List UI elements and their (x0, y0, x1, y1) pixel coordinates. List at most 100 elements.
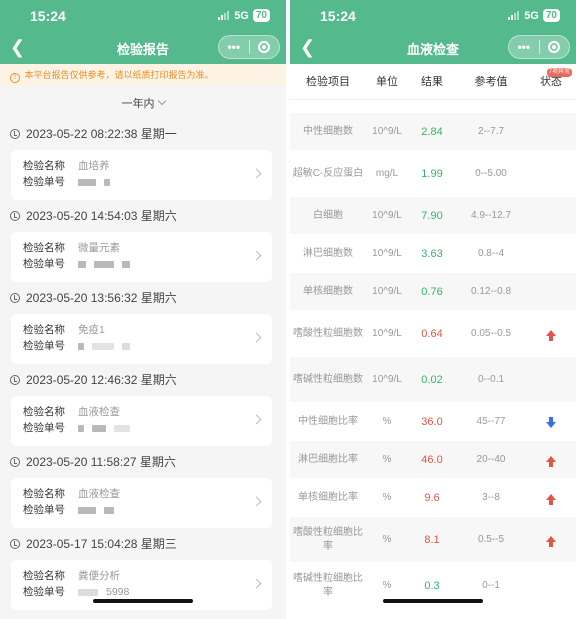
report-date: 2023-05-20 12:46:32 星期六 (0, 368, 286, 392)
status-indicators: 5G 70 (508, 9, 560, 22)
id-label: 检验单号 (23, 176, 65, 188)
item-reference: 0.5--5 (477, 534, 505, 545)
id-label: 检验单号 (23, 504, 65, 516)
col-reference: 参考值 (474, 76, 508, 88)
item-reference: 3--8 (482, 492, 500, 503)
item-result: 0.64 (421, 327, 443, 340)
more-icon[interactable]: ••• (509, 36, 539, 58)
table-row: 超敏C-反应蛋白 mg/L 1.99 0--5.00 (290, 150, 576, 196)
battery-icon: 70 (542, 9, 560, 22)
item-result: 9.6 (424, 491, 440, 504)
close-miniapp-icon[interactable] (250, 41, 280, 53)
report-id: 5998 (106, 586, 130, 598)
status-time: 15:24 (320, 8, 356, 24)
notice-banner: ! 本平台报告仅供参考，请以纸质打印报告为准。 (0, 64, 286, 86)
item-unit: % (382, 492, 392, 503)
signal-icon (508, 11, 520, 20)
redacted-id (94, 261, 114, 268)
item-name: 嗜酸性粒细胞比率 (293, 526, 363, 552)
report-name: 血培养 (78, 160, 110, 172)
item-name: 嗜碱性粒细胞数 (293, 373, 363, 385)
home-indicator[interactable] (93, 599, 193, 603)
table-row: 淋巴细胞比率% 46.0 20--40 (290, 440, 576, 478)
header: 15:24 5G 70 ❮ 检验报告 ••• (0, 0, 286, 64)
report-date: 2023-05-22 08:22:38 星期一 (0, 122, 286, 146)
report-card[interactable]: 检验名称 血培养 检验单号 (11, 150, 272, 200)
item-name: 单核细胞数 (303, 285, 353, 297)
table-row: 中性细胞比率% 36.0 45--77 (290, 402, 576, 440)
time-filter[interactable]: 一年内 (0, 86, 286, 122)
arrow-up-icon (546, 494, 556, 505)
item-result: 3.63 (421, 247, 443, 260)
report-card[interactable]: 检验名称 免疫1 检验单号 (11, 314, 272, 364)
table-row: 嗜酸性粒细胞比率% 8.1 0.5--5 (290, 516, 576, 562)
report-card[interactable]: 检验名称 血液检查 检验单号 (11, 478, 272, 528)
report-card[interactable]: 检验名称 微量元素 检验单号 (11, 232, 272, 282)
table-row: 淋巴细胞数 10^9/L 3.63 0.8--4 (290, 234, 576, 272)
redacted-id (78, 261, 86, 268)
item-name: 中性细胞数 (303, 125, 353, 137)
header: 15:24 5G 70 ❮ 血液检查 ••• (290, 0, 576, 64)
item-unit: 10^9/L (372, 126, 402, 137)
item-reference: 0.8--4 (477, 248, 505, 259)
home-indicator[interactable] (383, 599, 483, 603)
redacted-id (78, 343, 84, 350)
redacted-id (122, 261, 130, 268)
item-name: 淋巴细胞比率 (298, 453, 358, 465)
network-type: 5G (234, 9, 249, 22)
status-bar: 15:24 5G 70 (290, 0, 576, 32)
report-name: 微量元素 (78, 242, 120, 254)
item-status (526, 534, 576, 547)
nav-bar: ❮ 检验报告 ••• (0, 32, 286, 64)
table-row: 单核细胞比率% 9.6 3--8 (290, 478, 576, 516)
table-row: 嗜碱性粒细胞数 10^9/L 0.02 0--0.1 (290, 356, 576, 402)
name-label: 检验名称 (23, 242, 65, 254)
report-date: 2023-05-20 11:58:27 星期六 (0, 450, 286, 474)
redacted-id (78, 589, 98, 596)
clock-icon (10, 457, 20, 467)
info-icon: ! (10, 73, 20, 83)
result-table: 中性细胞数 10^9/L 2.84 2--7.7 超敏C-反应蛋白 mg/L 1.99 0--… (290, 112, 576, 608)
item-result: 2.84 (421, 125, 443, 138)
name-label: 检验名称 (23, 324, 65, 336)
report-date-text: 2023-05-22 08:22:38 星期一 (26, 127, 177, 141)
status-time: 15:24 (30, 8, 66, 24)
arrow-down-icon (546, 417, 556, 428)
notice-text: 本平台报告仅供参考，请以纸质打印报告为准。 (24, 70, 214, 80)
close-miniapp-icon[interactable] (540, 41, 570, 53)
miniapp-capsule: ••• (508, 35, 570, 59)
item-reference: 2--7.7 (477, 126, 505, 137)
item-reference: 20--40 (476, 454, 506, 465)
clock-icon (10, 539, 20, 549)
redacted-id (92, 425, 106, 432)
signal-icon (218, 11, 230, 20)
item-reference: 0.05--0.5 (470, 328, 512, 339)
item-status (526, 328, 576, 341)
item-unit: 10^9/L (372, 248, 402, 259)
more-icon[interactable]: ••• (219, 36, 249, 58)
item-result: 46.0 (421, 453, 443, 466)
abnormal-count-badge: 7项异常 (546, 68, 572, 77)
report-group: 2023-05-22 08:22:38 星期一 检验名称 血培养 检验单号 (0, 122, 286, 200)
report-name: 血液检查 (78, 488, 120, 500)
status-indicators: 5G 70 (218, 9, 270, 22)
item-name: 单核细胞比率 (298, 491, 358, 503)
report-date-text: 2023-05-17 15:04:28 星期三 (26, 537, 177, 551)
report-list-screen: 15:24 5G 70 ❮ 检验报告 ••• ! 本平台报告仅供参考，请以纸质打… (0, 0, 286, 619)
arrow-up-icon (546, 536, 556, 547)
report-card[interactable]: 检验名称 血液检查 检验单号 (11, 396, 272, 446)
report-date-text: 2023-05-20 12:46:32 星期六 (26, 373, 177, 387)
report-name: 血液检查 (78, 406, 120, 418)
time-filter-label: 一年内 (121, 98, 155, 110)
redacted-id (78, 425, 84, 432)
clock-icon (10, 375, 20, 385)
report-group: 2023-05-20 12:46:32 星期六 检验名称 血液检查 检验单号 (0, 368, 286, 446)
table-row: 中性细胞数 10^9/L 2.84 2--7.7 (290, 112, 576, 150)
item-reference: 0--1 (482, 580, 500, 591)
redacted-id (104, 179, 110, 186)
item-name: 白细胞 (313, 209, 343, 221)
report-name: 免疫1 (78, 324, 105, 336)
report-date-text: 2023-05-20 14:54:03 星期六 (26, 209, 177, 223)
item-name: 嗜碱性粒细胞比率 (293, 572, 363, 598)
battery-icon: 70 (252, 9, 270, 22)
